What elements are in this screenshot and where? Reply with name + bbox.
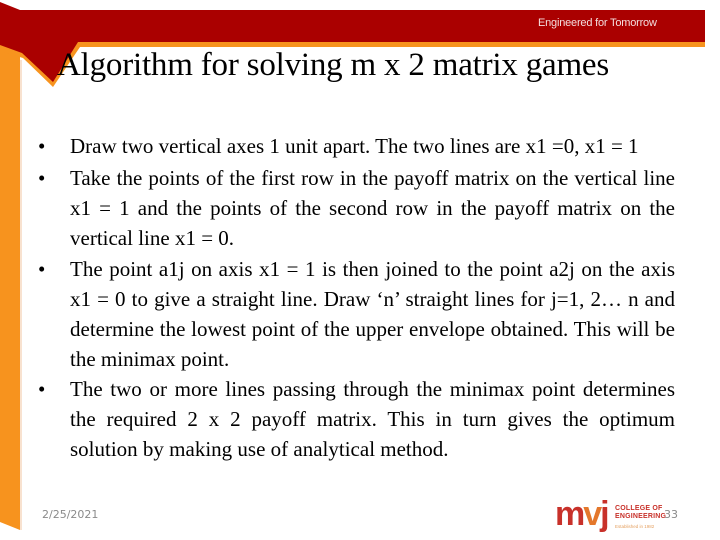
bullet-text: Take the points of the first row in the … — [70, 166, 675, 250]
bullet-glyph: • — [38, 377, 46, 401]
slide-date: 2/25/2021 — [42, 508, 99, 521]
logo-line-2: ENGINEERING — [615, 513, 667, 520]
bullet-glyph: • — [38, 257, 46, 281]
header-tagline: Engineered for Tomorrow — [538, 17, 657, 29]
bullet-text: The two or more lines passing through th… — [70, 377, 675, 461]
bullet-glyph: • — [38, 134, 46, 158]
logo-mark: mvj — [555, 494, 610, 534]
college-logo: mvj COLLEGE OF ENGINEERING Established i… — [555, 495, 666, 538]
slide-number: 33 — [664, 508, 678, 521]
logo-letter-j: j — [600, 495, 610, 533]
logo-established: Established in 1982 — [615, 524, 655, 529]
logo-letter-m: m — [555, 495, 585, 533]
logo-letter-v: v — [583, 495, 602, 533]
bullet-item: • The two or more lines passing through … — [38, 374, 675, 464]
bullet-item: • Draw two vertical axes 1 unit apart. T… — [38, 131, 675, 161]
bullet-item: • The point a1j on axis x1 = 1 is then j… — [38, 254, 675, 374]
logo-wordmark: COLLEGE OF ENGINEERING — [615, 505, 666, 521]
slide-title: Algorithm for solving m x 2 matrix games — [57, 47, 610, 83]
bullet-text: Draw two vertical axes 1 unit apart. The… — [70, 134, 639, 158]
logo-line-1: COLLEGE OF — [615, 505, 663, 512]
bullet-text: The point a1j on axis x1 = 1 is then joi… — [70, 257, 675, 371]
slide-body: • Draw two vertical axes 1 unit apart. T… — [38, 131, 675, 464]
bullet-item: • Take the points of the first row in th… — [38, 163, 675, 253]
left-accent-strip — [0, 46, 20, 530]
bullet-glyph: • — [38, 166, 46, 190]
